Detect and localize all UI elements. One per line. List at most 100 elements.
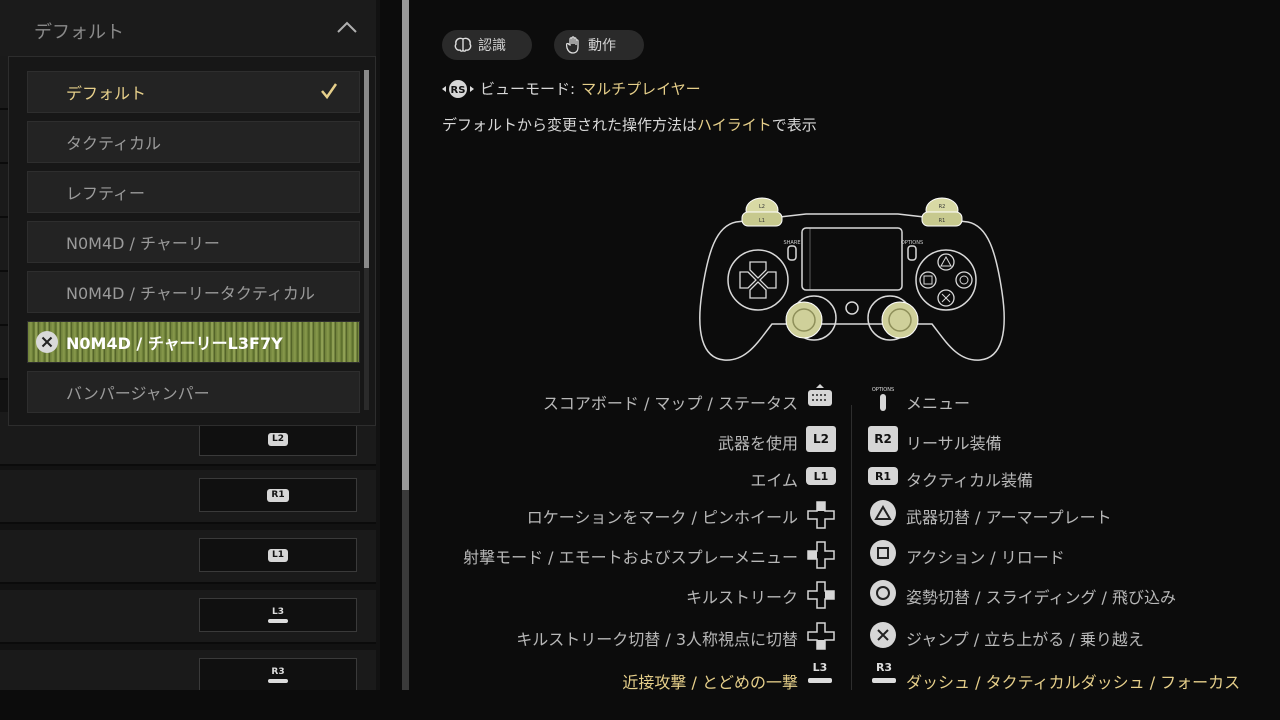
subtitle-text: デフォルトから変更された操作方法は	[442, 116, 698, 134]
key-cell[interactable]: L3	[199, 598, 357, 632]
dropdown-selected-label: デフォルト	[34, 22, 124, 43]
dropdown-option[interactable]: バンパージャンパー	[27, 371, 360, 413]
rs-label: RS	[451, 85, 466, 96]
l1-button-label: L1	[806, 467, 836, 485]
l3-stick-icon: L3	[808, 662, 832, 683]
touchpad-icon	[808, 384, 832, 406]
r1-chip: R1	[267, 488, 289, 502]
l1-label: L1	[759, 218, 765, 224]
binding-row[interactable]: R1	[0, 470, 376, 524]
cross-button-icon	[870, 622, 896, 648]
panel-scrollbar-track[interactable]	[402, 490, 409, 690]
circle-button-icon	[870, 580, 896, 606]
r3-stick-icon: R3	[872, 662, 896, 683]
option-label: タクティカル	[66, 134, 162, 153]
dpad-right-icon	[807, 581, 835, 609]
l3-chip: L3	[268, 607, 288, 623]
option-label: レフティー	[66, 184, 146, 203]
binding-list-panel: L2 R1 L1 L3 R3 デフォルト デフォルト タクティカル レフティー …	[0, 0, 380, 690]
r1-label: R1	[939, 218, 946, 224]
l1-chip: L1	[268, 548, 288, 562]
option-label: デフォルト	[66, 84, 147, 103]
r2-button-label: R2	[868, 426, 898, 452]
rs-stick-icon: RS	[442, 79, 474, 98]
dpad-up-icon	[807, 501, 835, 529]
brain-icon	[454, 37, 472, 52]
share-label: SHARE	[784, 240, 801, 246]
mapping-label-aim: エイム	[750, 471, 798, 490]
square-button-icon	[870, 540, 896, 566]
l1-button-icon: L1	[806, 467, 836, 485]
r1-button-label: R1	[868, 467, 898, 485]
controller-diagram: SHARE OPTIONS L2 L1 R2 R1	[699, 197, 1005, 361]
options-icon-label: OPTIONS	[872, 387, 894, 393]
r1-button-icon: R1	[868, 467, 898, 485]
mapping-label-lethal: リーサル装備	[906, 434, 1002, 453]
mapping-label-ping: ロケーションをマーク / ピンホイール	[526, 508, 798, 527]
key-cell[interactable]: L2	[199, 422, 357, 456]
l2-chip: L2	[268, 432, 288, 446]
view-mode-value: マルチプレイヤー	[581, 80, 701, 98]
binding-row[interactable]: L1	[0, 530, 376, 584]
option-label: N0M4D / チャーリータクティカル	[66, 284, 315, 303]
key-cell[interactable]: R1	[199, 478, 357, 512]
mapping-label-sprint: ダッシュ / タクティカルダッシュ / フォーカス	[906, 673, 1241, 692]
mapping-label-scoreboard: スコアボード / マップ / ステータス	[542, 394, 798, 413]
preset-dropdown[interactable]: デフォルト	[0, 0, 376, 56]
tab-action-label: 動作	[588, 38, 616, 54]
chevron-up-icon[interactable]	[336, 20, 358, 34]
subtitle-highlight: ハイライト	[697, 116, 772, 134]
options-label: OPTIONS	[901, 240, 923, 246]
l2-button-label: L2	[806, 426, 836, 452]
mapping-label-reload: アクション / リロード	[906, 548, 1065, 567]
mapping-label-tactical: タクティカル装備	[906, 471, 1034, 490]
options-button-icon: OPTIONS	[872, 387, 894, 411]
key-cell[interactable]: R3	[199, 658, 357, 690]
triangle-button-icon	[870, 500, 896, 526]
mapping-label-weapon-switch: 武器切替 / アーマープレート	[906, 508, 1112, 527]
r3-chip: R3	[268, 667, 288, 683]
mapping-label-stance: 姿勢切替 / スライディング / 飛び込み	[906, 588, 1177, 607]
tab-recognition[interactable]: 認識	[442, 30, 532, 60]
subtitle: デフォルトから変更された操作方法はハイライトで表示	[442, 114, 817, 135]
mapping-label-jump: ジャンプ / 立ち上がる / 乗り越え	[906, 630, 1144, 649]
view-mode-label: ビューモード:	[480, 80, 576, 98]
dpad-down-icon	[807, 622, 835, 650]
l3-label: L3	[812, 661, 828, 674]
r2-label: R2	[939, 204, 946, 210]
l2-label: L2	[759, 204, 765, 210]
dropdown-option[interactable]: レフティー	[27, 171, 360, 213]
option-label: N0M4D / チャーリー	[66, 234, 220, 253]
tab-action[interactable]: 動作	[554, 30, 644, 60]
mapping-label-fire-mode: 射撃モード / エモートおよびスプレーメニュー	[463, 548, 798, 567]
binding-row[interactable]: R3	[0, 650, 376, 690]
mapping-label-killstreak: キルストリーク	[685, 588, 798, 607]
dropdown-list: デフォルト タクティカル レフティー N0M4D / チャーリー N0M4D /…	[8, 56, 376, 426]
l2-button-icon: L2	[806, 426, 836, 452]
mapping-divider	[851, 405, 852, 690]
binding-row[interactable]: L3	[0, 590, 376, 644]
dropdown-option[interactable]: N0M4D / チャーリー	[27, 221, 360, 263]
hand-icon	[566, 36, 579, 54]
x-circle-icon[interactable]	[36, 331, 58, 353]
subtitle-text-end: で表示	[771, 116, 817, 134]
dropdown-scrollbar-thumb[interactable]	[364, 70, 369, 268]
r2-button-icon: R2	[868, 426, 898, 452]
option-label: バンパージャンパー	[66, 384, 210, 403]
view-mode[interactable]: RS ビューモード: マルチプレイヤー	[442, 78, 701, 99]
tab-recognition-label: 認識	[478, 38, 506, 54]
mapping-label-melee: 近接攻撃 / とどめの一撃	[622, 673, 798, 692]
r3-label: R3	[875, 661, 893, 674]
dropdown-option[interactable]: N0M4D / チャーリータクティカル	[27, 271, 360, 313]
mapping-label-killstreak-switch: キルストリーク切替 / 3人称視点に切替	[516, 630, 798, 649]
dropdown-option[interactable]: デフォルト	[27, 71, 360, 113]
dropdown-option-highlighted[interactable]: N0M4D / チャーリーL3F7Y	[27, 321, 360, 363]
mapping-label-menu: メニュー	[906, 394, 971, 413]
key-cell[interactable]: L1	[199, 538, 357, 572]
option-label: N0M4D / チャーリーL3F7Y	[66, 334, 283, 353]
panel-scrollbar-thumb[interactable]	[402, 0, 409, 490]
dropdown-option[interactable]: タクティカル	[27, 121, 360, 163]
mapping-label-use-weapon: 武器を使用	[717, 434, 798, 453]
check-icon	[321, 83, 338, 100]
dpad-left-icon	[807, 541, 835, 569]
